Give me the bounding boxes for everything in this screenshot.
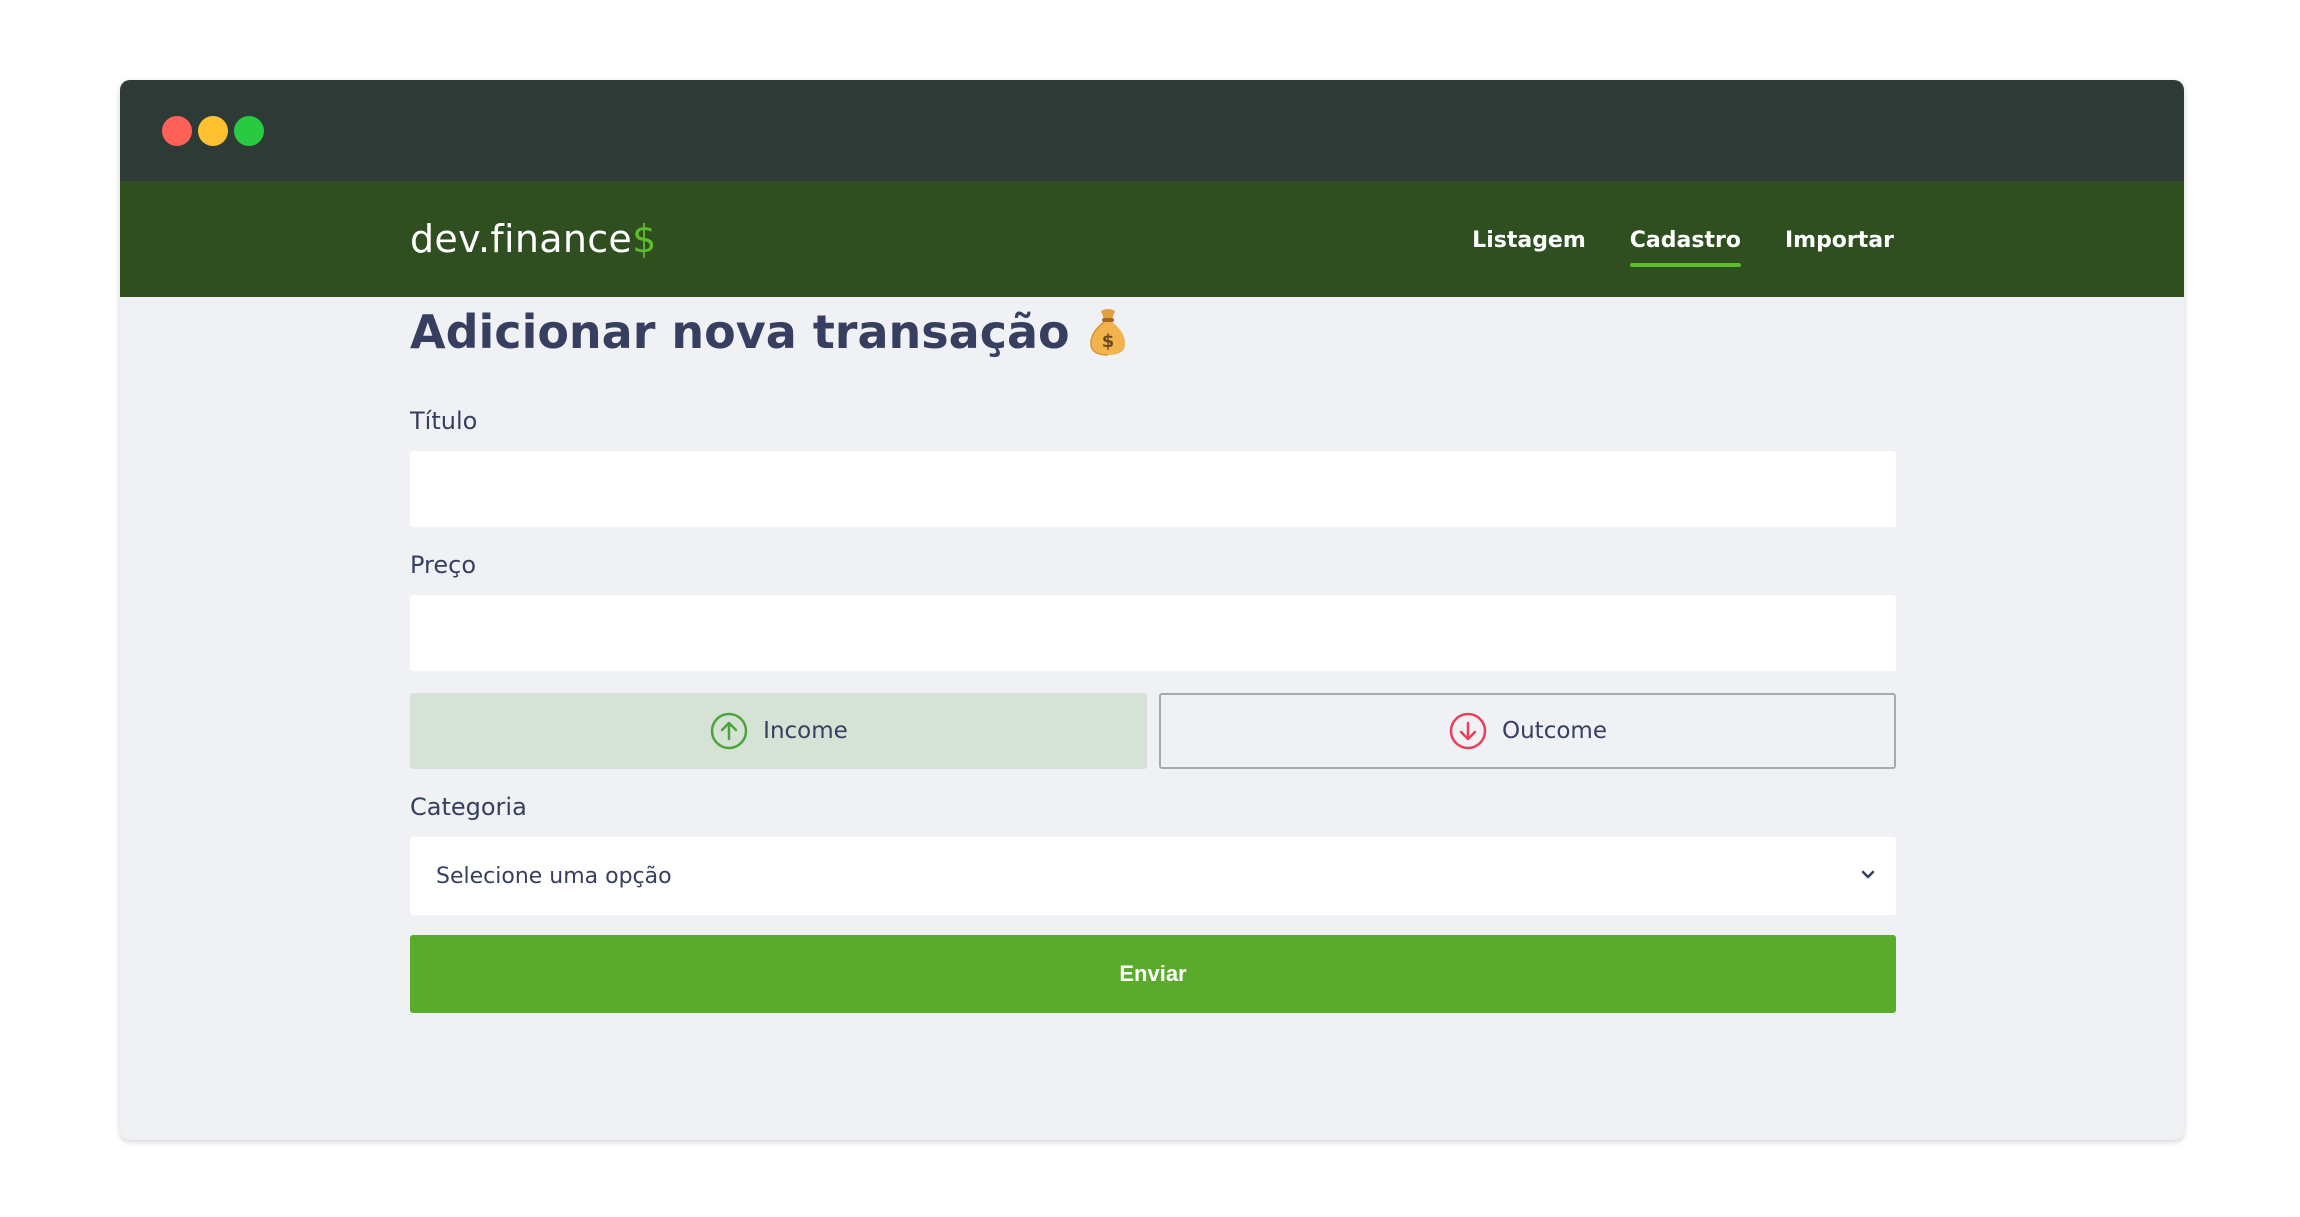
nav-cadastro[interactable]: Cadastro	[1629, 226, 1742, 267]
browser-window: dev.finance$ Listagem Cadastro Importar …	[120, 80, 2184, 1140]
transaction-form: Adicionar nova transação $ Título Preço	[410, 297, 1896, 1013]
logo-text: dev.finance	[410, 217, 633, 261]
logo-dollar-accent: $	[632, 217, 657, 261]
income-label: Income	[763, 718, 848, 744]
income-button[interactable]: Income	[410, 693, 1147, 769]
page-title-text: Adicionar nova transação	[410, 305, 1070, 359]
close-window-button[interactable]	[162, 116, 192, 146]
window-titlebar	[120, 80, 2184, 181]
money-bag-icon: $	[1086, 307, 1130, 357]
titulo-input[interactable]	[410, 451, 1896, 527]
categoria-selected-value: Selecione uma opção	[436, 863, 672, 889]
main-nav: Listagem Cadastro Importar	[1472, 181, 1894, 297]
chevron-down-icon	[1861, 870, 1875, 879]
minimize-window-button[interactable]	[198, 116, 228, 146]
preco-input[interactable]	[410, 595, 1896, 671]
outcome-button[interactable]: Outcome	[1159, 693, 1896, 769]
arrow-down-circle-icon	[1449, 712, 1487, 750]
app-header: dev.finance$ Listagem Cadastro Importar	[120, 181, 2184, 297]
maximize-window-button[interactable]	[234, 116, 264, 146]
nav-listagem[interactable]: Listagem	[1472, 226, 1586, 253]
nav-importar[interactable]: Importar	[1785, 226, 1894, 253]
categoria-select[interactable]: Selecione uma opção	[410, 837, 1896, 915]
preco-label: Preço	[410, 551, 477, 579]
transaction-type-toggle: Income Outcome	[410, 693, 1896, 769]
arrow-up-circle-icon	[710, 712, 748, 750]
titulo-label: Título	[410, 407, 478, 435]
svg-text:$: $	[1101, 331, 1114, 352]
submit-button[interactable]: Enviar	[410, 935, 1896, 1013]
outcome-label: Outcome	[1502, 718, 1607, 744]
app-logo[interactable]: dev.finance$	[410, 217, 657, 261]
page-title: Adicionar nova transação $	[410, 297, 1896, 367]
categoria-label: Categoria	[410, 793, 527, 821]
